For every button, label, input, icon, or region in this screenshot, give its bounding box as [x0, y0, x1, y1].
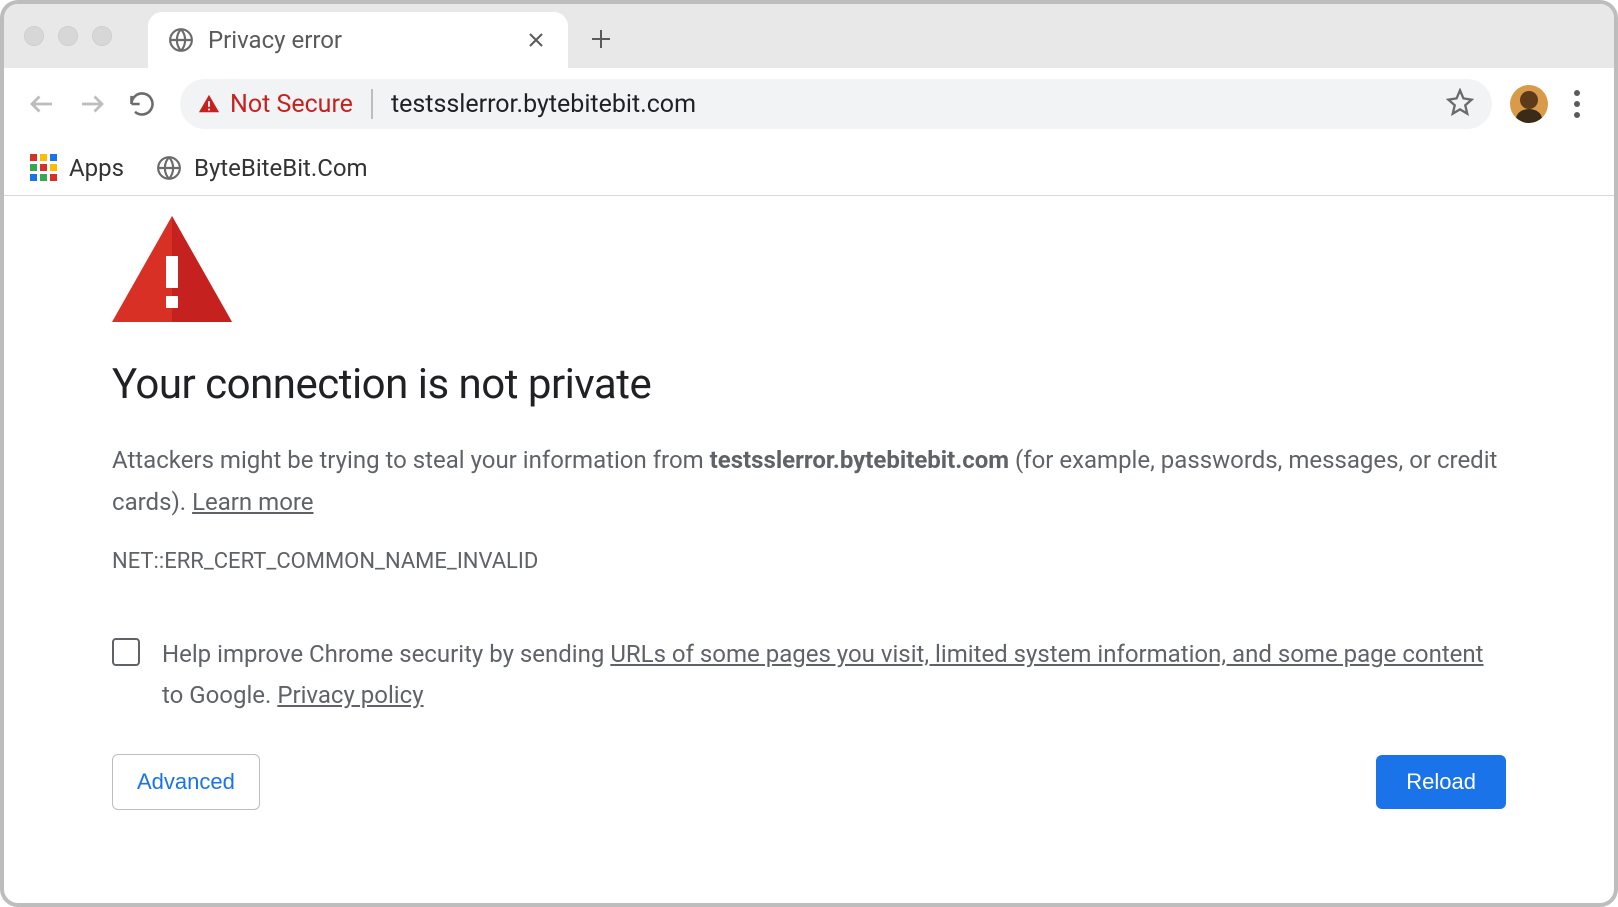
new-tab-button[interactable]	[586, 24, 616, 54]
reload-page-button[interactable]: Reload	[1376, 755, 1506, 809]
dot-icon	[1574, 112, 1580, 118]
chrome-menu-button[interactable]	[1558, 85, 1596, 123]
window-zoom-button[interactable]	[92, 26, 112, 46]
back-button[interactable]	[22, 84, 62, 124]
forward-button[interactable]	[72, 84, 112, 124]
arrow-right-icon	[77, 89, 107, 119]
url-text: testsslerror.bytebitebit.com	[391, 90, 696, 119]
security-label: Not Secure	[230, 90, 353, 119]
opt-in-mid: to Google.	[162, 681, 277, 709]
ssl-interstitial: Your connection is not private Attackers…	[4, 196, 1614, 840]
profile-avatar-button[interactable]	[1510, 85, 1548, 123]
tab-title: Privacy error	[208, 26, 342, 54]
opt-in-checkbox[interactable]	[112, 638, 140, 666]
safe-browsing-opt-in: Help improve Chrome security by sending …	[112, 634, 1506, 716]
warning-triangle-icon	[198, 93, 220, 115]
button-row: Advanced Reload	[112, 754, 1506, 810]
divider	[371, 89, 373, 119]
star-icon	[1446, 88, 1474, 116]
browser-window: Privacy error Not Secure testsslerror.by…	[0, 0, 1618, 907]
apps-label: Apps	[69, 154, 124, 182]
apps-shortcut[interactable]: Apps	[30, 154, 124, 182]
globe-icon	[168, 27, 194, 53]
interstitial-body: Attackers might be trying to steal your …	[112, 439, 1506, 523]
warning-triangle-large-icon	[112, 216, 232, 322]
opt-in-details-link[interactable]: URLs of some pages you visit, limited sy…	[610, 640, 1483, 668]
arrow-left-icon	[27, 89, 57, 119]
learn-more-link[interactable]: Learn more	[192, 488, 313, 516]
reload-icon	[128, 90, 156, 118]
apps-grid-icon	[30, 154, 57, 181]
body-prefix: Attackers might be trying to steal your …	[112, 446, 710, 474]
close-icon	[527, 31, 545, 49]
plus-icon	[590, 28, 612, 50]
titlebar: Privacy error	[4, 4, 1614, 68]
error-code: NET::ERR_CERT_COMMON_NAME_INVALID	[112, 549, 1506, 574]
bookmark-item[interactable]: ByteBiteBit.Com	[156, 154, 368, 182]
bookmarks-bar: Apps ByteBiteBit.Com	[4, 140, 1614, 196]
privacy-policy-link[interactable]: Privacy policy	[277, 681, 423, 709]
dot-icon	[1574, 101, 1580, 107]
address-bar[interactable]: Not Secure testsslerror.bytebitebit.com	[180, 79, 1492, 129]
window-minimize-button[interactable]	[58, 26, 78, 46]
body-domain: testsslerror.bytebitebit.com	[710, 446, 1009, 474]
opt-in-text: Help improve Chrome security by sending …	[162, 634, 1506, 716]
bookmark-star-button[interactable]	[1446, 88, 1474, 120]
browser-tab[interactable]: Privacy error	[148, 12, 568, 68]
window-controls	[24, 26, 112, 46]
reload-button[interactable]	[122, 84, 162, 124]
window-close-button[interactable]	[24, 26, 44, 46]
globe-icon	[156, 155, 182, 181]
toolbar: Not Secure testsslerror.bytebitebit.com	[4, 68, 1614, 140]
interstitial-heading: Your connection is not private	[112, 360, 1506, 409]
dot-icon	[1574, 90, 1580, 96]
close-tab-button[interactable]	[524, 28, 548, 52]
advanced-button[interactable]: Advanced	[112, 754, 260, 810]
security-indicator[interactable]: Not Secure	[198, 90, 353, 119]
opt-in-prefix: Help improve Chrome security by sending	[162, 640, 610, 668]
bookmark-label: ByteBiteBit.Com	[194, 154, 368, 182]
